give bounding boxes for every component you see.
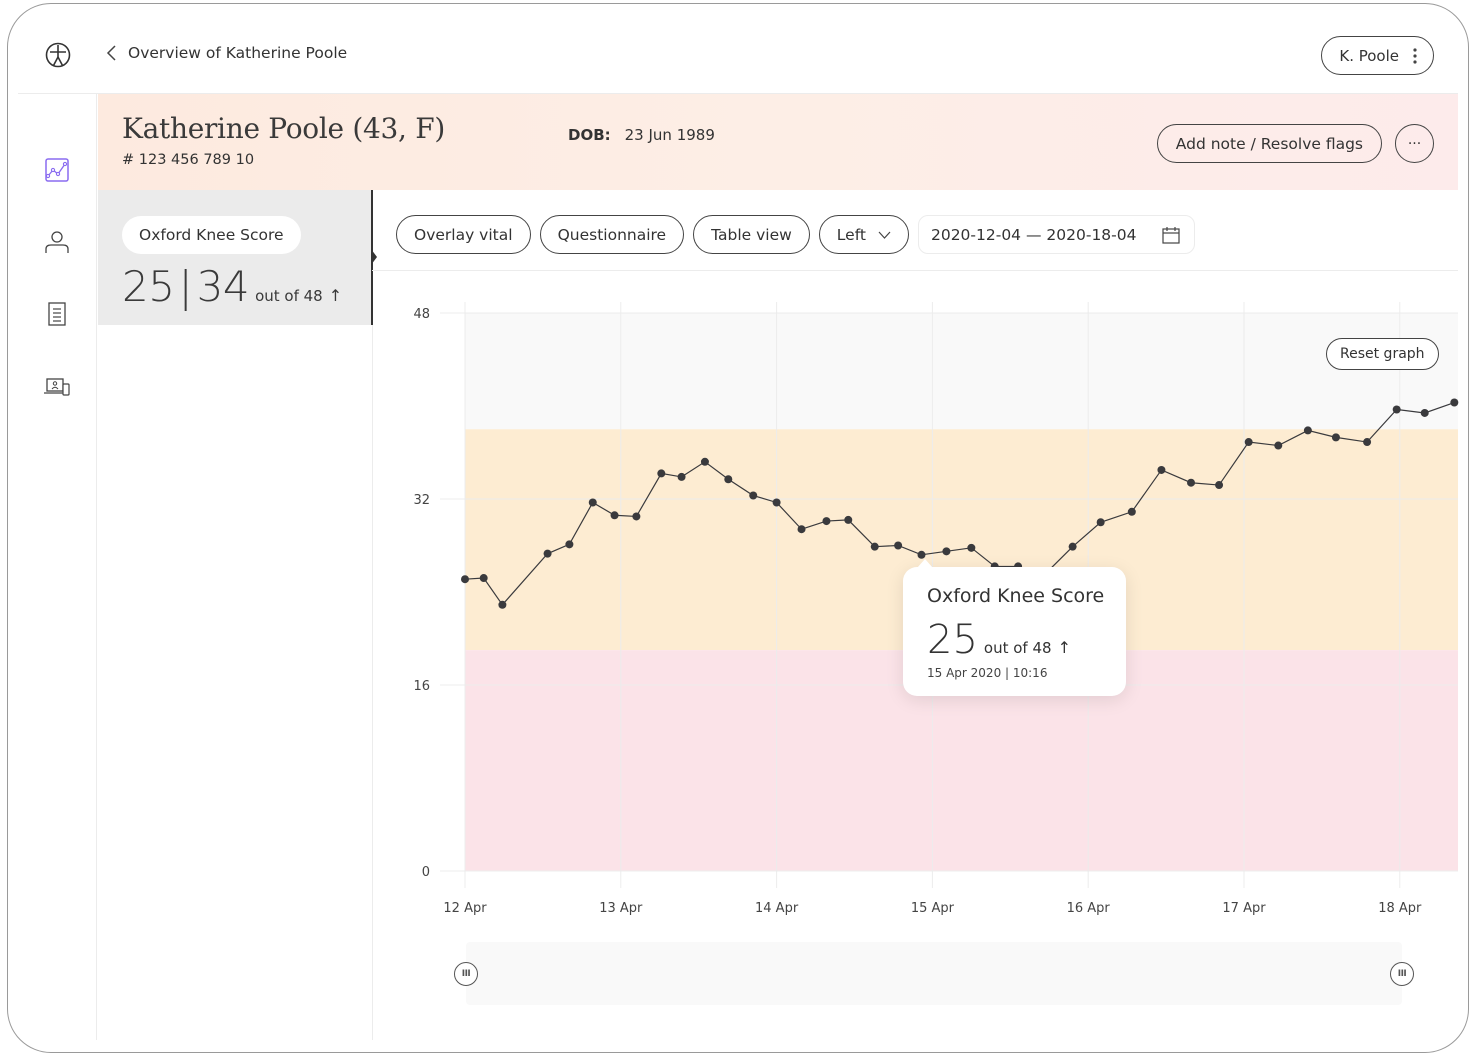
data-point[interactable] xyxy=(1303,426,1312,435)
data-point[interactable] xyxy=(1068,542,1077,551)
range-slider-handle-end[interactable]: III xyxy=(1390,962,1414,986)
data-point[interactable] xyxy=(677,472,686,481)
data-point[interactable] xyxy=(844,515,853,524)
data-point[interactable] xyxy=(1420,408,1429,417)
reset-graph-button[interactable]: Reset graph xyxy=(1326,338,1439,370)
x-tick-label: 17 Apr xyxy=(1222,901,1266,916)
data-point[interactable] xyxy=(565,540,574,549)
data-point[interactable] xyxy=(967,543,976,552)
band-normal xyxy=(465,313,1458,430)
tooltip-max: out of 48 xyxy=(983,639,1052,657)
data-point[interactable] xyxy=(479,574,488,583)
tooltip-value: 25 out of 48 ↑ xyxy=(927,617,1071,663)
y-tick-label: 32 xyxy=(413,493,430,508)
data-point[interactable] xyxy=(772,498,781,507)
data-point[interactable] xyxy=(1215,481,1224,490)
data-point[interactable] xyxy=(1096,518,1105,527)
data-point[interactable] xyxy=(1244,438,1253,447)
data-point[interactable] xyxy=(942,547,951,556)
score-chart[interactable]: 0 16 32 48 12 Apr 13 Apr 14 Apr 15 Apr 16 Apr 17… xyxy=(0,0,1476,1060)
x-tick-label: 18 Apr xyxy=(1378,901,1422,916)
data-point[interactable] xyxy=(822,517,831,526)
data-point[interactable] xyxy=(1187,478,1196,487)
x-tick-label: 13 Apr xyxy=(599,901,643,916)
grip-icon: III xyxy=(1397,969,1407,979)
x-tick-label: 15 Apr xyxy=(911,901,955,916)
range-slider-track[interactable] xyxy=(466,942,1402,1005)
data-point[interactable] xyxy=(632,512,641,521)
data-point[interactable] xyxy=(1274,441,1283,450)
tooltip-score: 25 xyxy=(927,617,978,663)
data-point[interactable] xyxy=(917,550,926,559)
data-point-tooltip: Oxford Knee Score 25 out of 48 ↑ 15 Apr … xyxy=(903,559,1126,696)
data-point[interactable] xyxy=(1363,438,1372,447)
data-point[interactable] xyxy=(1157,465,1166,474)
data-point[interactable] xyxy=(610,511,619,520)
y-tick-label: 0 xyxy=(422,865,430,880)
arrow-up-icon: ↑ xyxy=(1057,638,1071,657)
data-point[interactable] xyxy=(543,549,552,558)
data-point[interactable] xyxy=(724,475,733,484)
tooltip-title: Oxford Knee Score xyxy=(927,585,1105,607)
data-point[interactable] xyxy=(1331,433,1340,442)
data-point[interactable] xyxy=(1127,507,1136,516)
x-tick-label: 14 Apr xyxy=(755,901,799,916)
x-tick-label: 16 Apr xyxy=(1067,901,1111,916)
data-point[interactable] xyxy=(498,600,507,609)
data-point[interactable] xyxy=(797,525,806,534)
data-point[interactable] xyxy=(894,541,903,550)
data-point[interactable] xyxy=(700,457,709,466)
range-slider-handle-start[interactable]: III xyxy=(454,962,478,986)
tooltip-datetime: 15 Apr 2020 | 10:16 xyxy=(927,666,1048,680)
data-point[interactable] xyxy=(657,469,666,478)
y-tick-label: 16 xyxy=(413,679,430,694)
data-point[interactable] xyxy=(461,575,469,584)
x-tick-label: 12 Apr xyxy=(443,901,487,916)
data-point[interactable] xyxy=(749,491,758,500)
y-tick-label: 48 xyxy=(413,307,430,322)
data-point[interactable] xyxy=(1392,405,1401,414)
data-point[interactable] xyxy=(1450,398,1459,407)
data-point[interactable] xyxy=(870,542,879,551)
grip-icon: III xyxy=(461,969,471,979)
data-point[interactable] xyxy=(588,498,597,507)
